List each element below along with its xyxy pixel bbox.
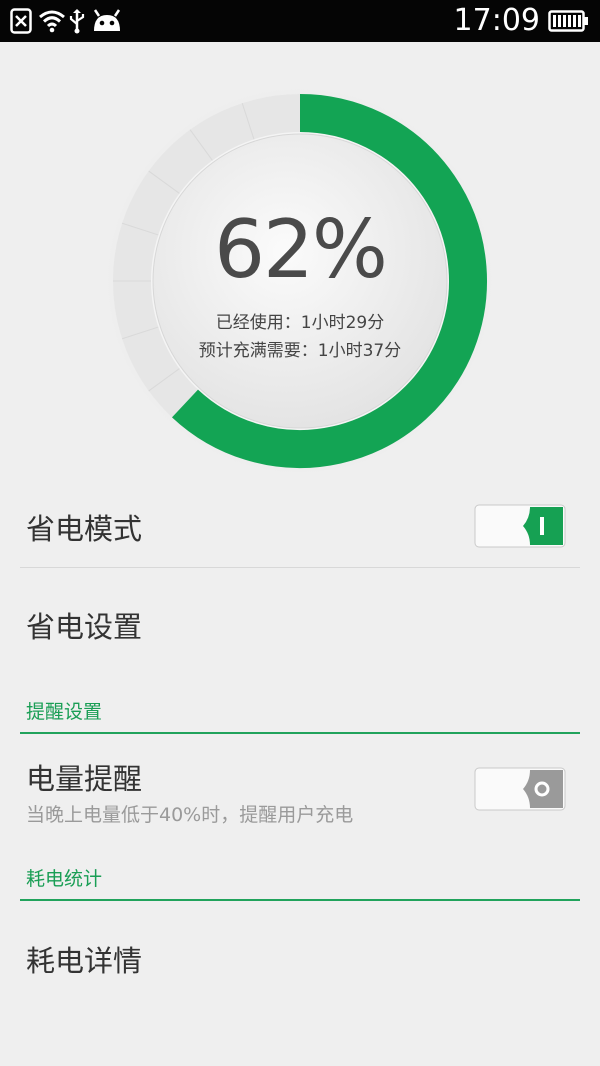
section-divider bbox=[20, 899, 580, 901]
time-to-full-label: 预计充满需要：1小时37分 bbox=[198, 341, 402, 361]
power-saving-settings-item[interactable]: 省电设置 bbox=[26, 604, 142, 646]
android-icon bbox=[93, 9, 121, 31]
usb-icon bbox=[69, 9, 85, 34]
battery-reminder-label: 电量提醒 bbox=[26, 762, 143, 796]
battery-reminder-toggle[interactable] bbox=[474, 767, 566, 811]
clock: 17:09 bbox=[453, 3, 540, 38]
usage-details-item[interactable]: 耗电详情 bbox=[26, 938, 142, 980]
status-bar: 17:09 bbox=[0, 0, 600, 42]
time-used-label: 已经使用：1小时29分 bbox=[215, 313, 385, 333]
battery-reminder-description: 当晚上电量低于40%时，提醒用户充电 bbox=[26, 804, 354, 826]
notification-close-icon bbox=[10, 8, 32, 34]
power-saving-mode-toggle[interactable] bbox=[474, 504, 566, 548]
wifi-icon bbox=[39, 10, 65, 33]
divider bbox=[20, 567, 580, 568]
power-saving-mode-label: 省电模式 bbox=[26, 512, 143, 546]
battery-icon bbox=[548, 10, 588, 32]
reminder-settings-header: 提醒设置 bbox=[26, 701, 103, 723]
battery-percent: 62% bbox=[214, 203, 388, 296]
section-divider bbox=[20, 732, 580, 734]
usage-statistics-header: 耗电统计 bbox=[26, 868, 103, 890]
